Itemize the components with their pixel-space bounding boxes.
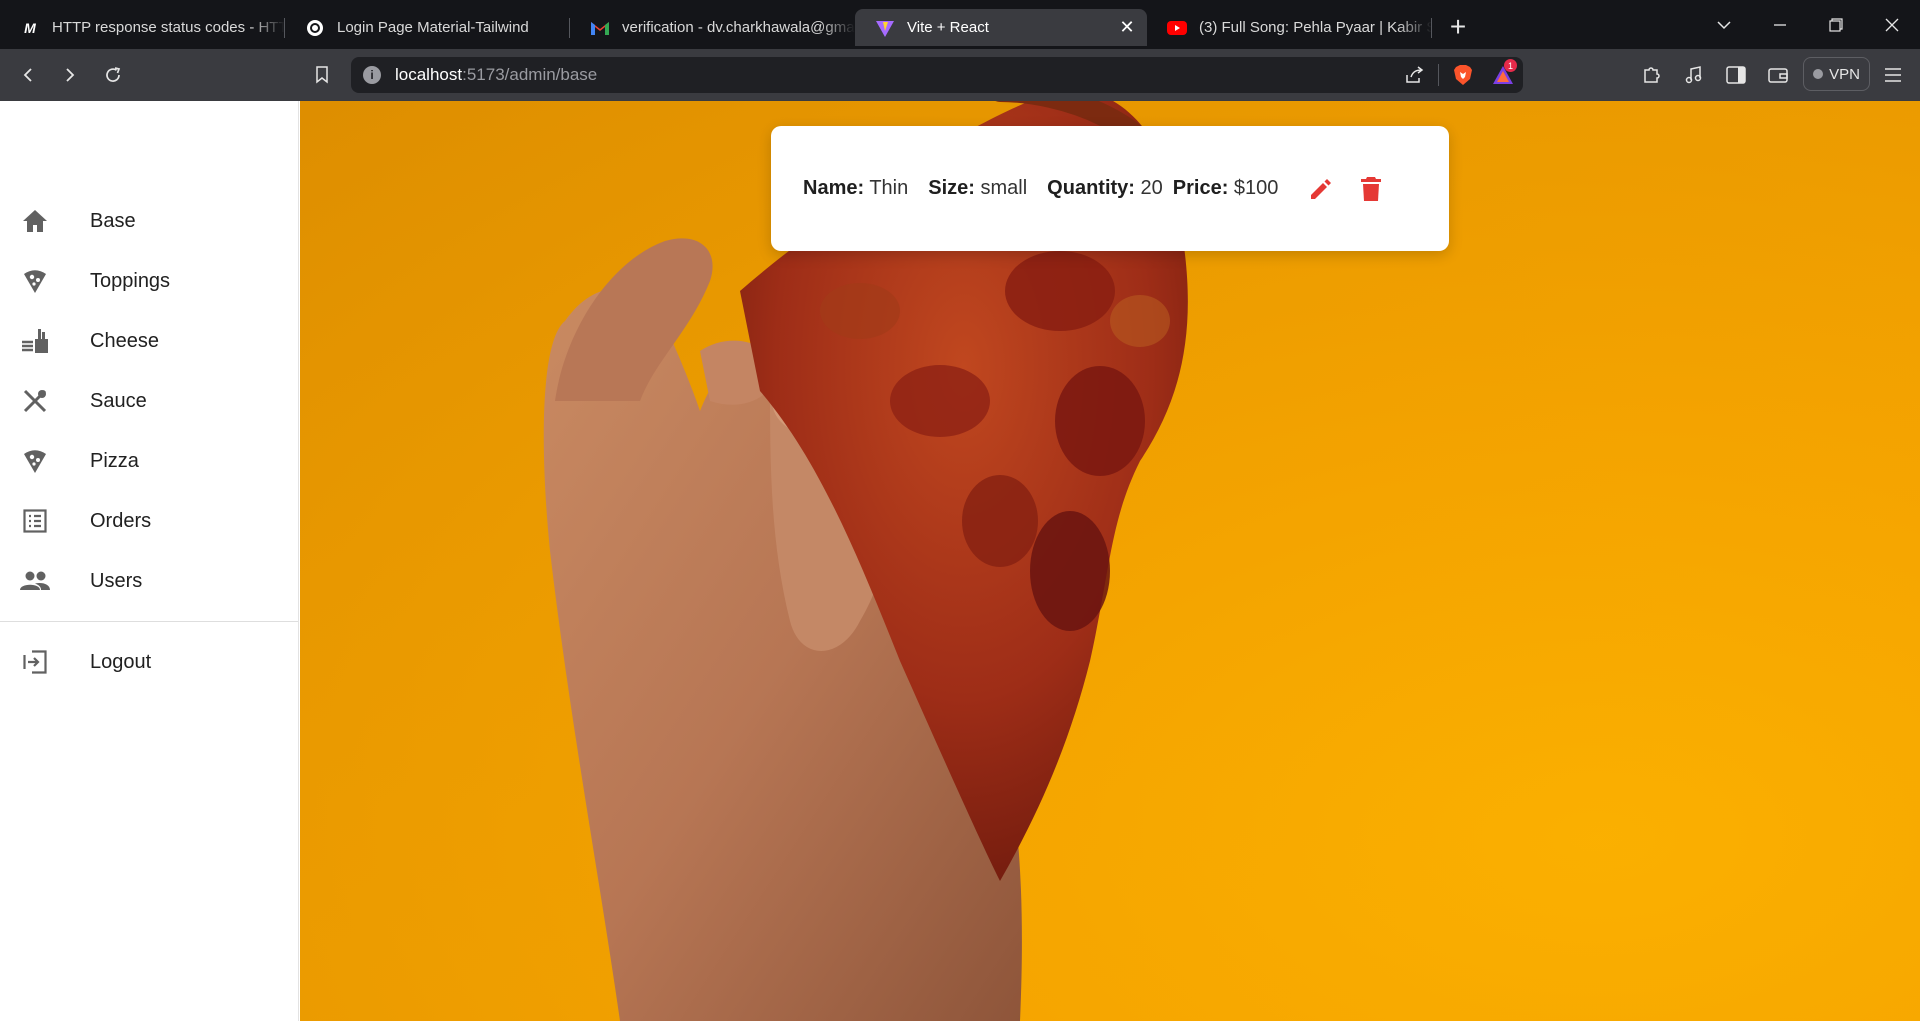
sidebar-item-label: Logout <box>90 650 152 673</box>
back-icon[interactable] <box>8 55 48 95</box>
utensils-icon <box>20 386 50 416</box>
sidebar-item-orders[interactable]: Orders <box>0 491 298 551</box>
sidebar-item-toppings[interactable]: Toppings <box>0 251 298 311</box>
tab-title: HTTP response status codes - HTTP | <box>52 19 285 36</box>
sidebar-item-label: Toppings <box>90 269 171 292</box>
tab-login-page[interactable]: Login Page Material-Tailwind <box>285 9 570 46</box>
address-bar[interactable]: i localhost:5173/admin/base 1 <box>351 57 1523 93</box>
close-tab-icon[interactable]: ✕ <box>1117 17 1137 37</box>
name-value: Thin <box>869 177 909 199</box>
vpn-status-icon <box>1813 69 1824 79</box>
edit-button[interactable] <box>1304 172 1338 206</box>
extensions-icon[interactable] <box>1632 55 1672 95</box>
name-field: Name: Thin <box>803 177 908 200</box>
vpn-button[interactable]: VPN <box>1803 57 1870 91</box>
browser-toolbar: i localhost:5173/admin/base 1 VPN <box>0 49 1920 101</box>
forward-icon[interactable] <box>50 55 90 95</box>
brave-shield-icon[interactable] <box>1443 55 1483 95</box>
tab-title: Login Page Material-Tailwind <box>337 19 529 36</box>
mdn-icon: M <box>24 19 36 36</box>
address-bar-actions: 1 <box>1394 57 1523 93</box>
window-controls <box>1696 0 1920 49</box>
sidebar-item-label: Orders <box>90 509 152 532</box>
tab-vite-react[interactable]: Vite + React ✕ <box>855 9 1147 46</box>
chatgpt-icon <box>305 18 325 38</box>
url-path: :5173/admin/base <box>462 65 598 84</box>
music-icon[interactable] <box>1674 55 1714 95</box>
close-window-icon[interactable] <box>1864 0 1920 49</box>
gmail-icon <box>590 18 610 38</box>
sidebar-item-label: Users <box>90 569 143 592</box>
logout-icon <box>20 647 50 677</box>
site-info-icon[interactable]: i <box>363 66 381 84</box>
base-item-card: Name: Thin Size: small Quantity: 20 Pric… <box>771 126 1449 251</box>
users-icon <box>20 566 50 596</box>
share-icon[interactable] <box>1394 55 1434 95</box>
trash-icon <box>1361 176 1382 201</box>
pizza-slice-icon <box>20 446 50 476</box>
wallet-icon[interactable] <box>1758 55 1798 95</box>
menu-icon[interactable] <box>1873 55 1913 95</box>
new-tab-button[interactable]: + <box>1438 7 1478 47</box>
sidebar-item-label: Base <box>90 209 136 232</box>
quantity-label: Quantity: <box>1047 177 1135 199</box>
sidebar-item-label: Sauce <box>90 389 147 412</box>
size-field: Size: small <box>928 177 1027 200</box>
tab-separator <box>1431 18 1432 38</box>
sidebar-item-label: Pizza <box>90 449 139 472</box>
vite-icon <box>875 18 895 38</box>
sidebar-item-logout[interactable]: Logout <box>0 632 298 692</box>
pencil-icon <box>1311 178 1332 199</box>
sidebar-item-cheese[interactable]: Cheese <box>0 311 298 371</box>
sidebar-item-sauce[interactable]: Sauce <box>0 371 298 431</box>
bookmark-icon[interactable] <box>302 55 342 95</box>
restore-icon[interactable] <box>1808 0 1864 49</box>
price-value: $100 <box>1233 177 1279 199</box>
tab-youtube[interactable]: (3) Full Song: Pehla Pyaar | Kabir Sing <box>1147 9 1432 46</box>
size-label: Size: <box>928 177 975 199</box>
tab-mdn[interactable]: M HTTP response status codes - HTTP | <box>0 9 285 46</box>
admin-sidebar: Base Toppings Cheese Sauce Pizza Orders <box>0 101 299 1021</box>
price-field: Price: $100 <box>1173 177 1279 200</box>
name-label: Name: <box>803 177 865 199</box>
sidebar-item-users[interactable]: Users <box>0 551 298 611</box>
url-separator <box>1438 64 1439 86</box>
tab-title: verification - dv.charkhawala@gmail. <box>622 19 855 36</box>
vpn-label: VPN <box>1829 65 1860 83</box>
sidebar-item-pizza[interactable]: Pizza <box>0 431 298 491</box>
notification-badge: 1 <box>1504 59 1517 72</box>
minimize-icon[interactable] <box>1752 0 1808 49</box>
quantity-value: 20 <box>1140 177 1163 199</box>
tab-title: (3) Full Song: Pehla Pyaar | Kabir Sing <box>1199 19 1432 36</box>
food-bank-icon <box>20 326 50 356</box>
home-icon <box>20 206 50 236</box>
youtube-icon <box>1167 18 1187 38</box>
sidebar-toggle-icon[interactable] <box>1716 55 1756 95</box>
pizza-slice-icon <box>20 266 50 296</box>
sidebar-item-base[interactable]: Base <box>0 191 298 251</box>
sidebar-item-label: Cheese <box>90 329 159 352</box>
size-value: small <box>980 177 1028 199</box>
url-host: localhost <box>395 65 463 84</box>
brave-rewards-icon[interactable]: 1 <box>1483 55 1523 95</box>
quantity-field: Quantity: 20 <box>1047 177 1163 200</box>
tab-title: Vite + React <box>907 19 989 36</box>
browser-tab-bar: M HTTP response status codes - HTTP | Lo… <box>0 0 1920 49</box>
tab-search-chevron-icon[interactable] <box>1696 0 1752 49</box>
tab-gmail[interactable]: verification - dv.charkhawala@gmail. <box>570 9 855 46</box>
sidebar-divider <box>0 621 298 622</box>
url-text: localhost:5173/admin/base <box>395 65 597 85</box>
price-label: Price: <box>1172 177 1229 199</box>
reload-icon[interactable] <box>93 55 133 95</box>
delete-button[interactable] <box>1354 172 1388 206</box>
list-icon <box>20 506 50 536</box>
